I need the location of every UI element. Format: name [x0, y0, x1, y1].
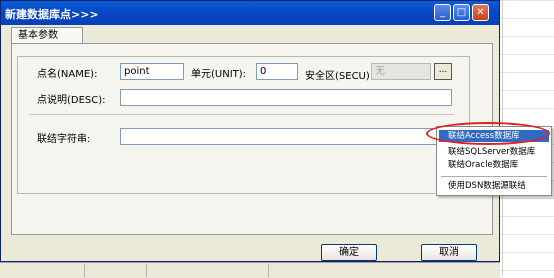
tab-basic-params[interactable]: 基本参数 — [11, 27, 83, 44]
footer-cell — [0, 264, 85, 277]
close-button[interactable]: ✕ — [472, 4, 489, 21]
desc-label: 点说明(DESC): — [37, 95, 106, 106]
name-label: 点名(NAME): — [37, 69, 98, 80]
divider — [29, 114, 454, 115]
cancel-button[interactable]: 取消 — [421, 244, 477, 261]
maximize-button[interactable]: □ — [453, 4, 470, 21]
secu-label: 安全区(SECU) — [305, 71, 370, 82]
conn-string-field[interactable] — [120, 128, 438, 145]
background-footer — [0, 262, 500, 278]
menu-item-sqlserver[interactable]: 联结SQLServer数据库 — [439, 146, 549, 158]
new-point-dialog: 新建数据库点>>> _ □ ✕ 基本参数 点名(NAME): point 单元(… — [0, 0, 500, 262]
minimize-button[interactable]: _ — [434, 4, 451, 21]
ok-button[interactable]: 确定 — [321, 244, 377, 261]
name-field[interactable]: point — [120, 63, 184, 80]
title-bar[interactable]: 新建数据库点>>> _ □ ✕ — [1, 1, 499, 25]
menu-separator — [441, 176, 547, 177]
menu-item-dsn[interactable]: 使用DSN数据源联结 — [439, 180, 549, 192]
highlight-annotation — [426, 122, 550, 145]
footer-cell — [82, 264, 147, 277]
footer-cell — [144, 264, 269, 277]
secu-browse-button[interactable]: ... — [434, 63, 452, 80]
secu-field: 无 — [371, 63, 431, 80]
desc-field[interactable] — [120, 89, 452, 106]
window-title: 新建数据库点>>> — [5, 8, 99, 21]
menu-item-oracle[interactable]: 联结Oracle数据库 — [439, 159, 549, 171]
unit-label: 单元(UNIT): — [191, 69, 247, 80]
unit-field[interactable]: 0 — [256, 63, 298, 80]
conn-label: 联结字符串: — [37, 134, 91, 145]
